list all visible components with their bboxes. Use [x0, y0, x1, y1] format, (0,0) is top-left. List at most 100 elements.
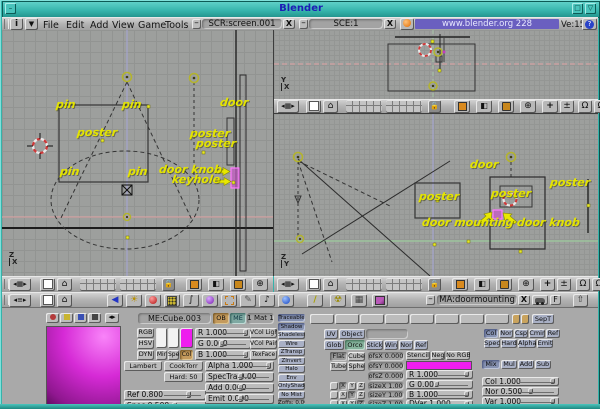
draw-type-icon[interactable]: ◧	[476, 100, 492, 113]
rotate-view2-icon[interactable]: Ω	[592, 278, 600, 291]
chevron-down-icon[interactable]: ▼	[25, 18, 38, 30]
mir-channel-button[interactable]: Mir	[156, 350, 167, 360]
norgb-button[interactable]: No RGB	[446, 351, 470, 360]
b-slider[interactable]: B 1.000	[195, 350, 251, 360]
hsv-mode-button[interactable]: HSV	[137, 339, 154, 349]
uv-button[interactable]: UV	[324, 329, 338, 339]
pivot-icon[interactable]	[496, 278, 512, 291]
col-factor-slider[interactable]: Col 1.000	[482, 377, 559, 386]
axis-x-button[interactable]: X	[339, 391, 347, 399]
fullscreen-button[interactable]	[306, 278, 321, 291]
cube-button[interactable]: Cube	[348, 352, 365, 361]
home-icon[interactable]: ⌂	[323, 278, 338, 291]
stick-button[interactable]: Stick	[366, 340, 383, 350]
lock-icon[interactable]: 🔓	[428, 278, 441, 291]
sept-button[interactable]: SepT	[532, 314, 554, 324]
flag-nomist[interactable]: No Mist	[278, 391, 305, 399]
axis-y-button[interactable]: Y	[348, 391, 356, 399]
texture-color-swatch[interactable]	[406, 361, 472, 370]
globe-icon[interactable]: ⊕	[252, 278, 268, 291]
axis-y-button[interactable]: Y	[348, 382, 356, 390]
object-name-field[interactable]	[366, 329, 408, 339]
map-alpha-button[interactable]: Alpha	[518, 339, 536, 348]
flag-wire[interactable]: Wire	[278, 340, 305, 348]
home-icon[interactable]: ⌂	[57, 278, 72, 291]
help-icon[interactable]: ?	[582, 18, 597, 30]
axis-blank-button[interactable]	[330, 391, 338, 399]
screen-field[interactable]: SCR:screen.001	[202, 19, 282, 29]
plus-minus-icon[interactable]: ±	[557, 278, 571, 291]
map-spec-button[interactable]: Spec	[484, 339, 500, 348]
diffuse-color-swatch[interactable]	[180, 328, 193, 348]
ref-button[interactable]: Ref	[414, 340, 428, 350]
scene-field[interactable]: SCE:1	[309, 19, 383, 29]
window-type-icon[interactable]: ◂▦▸	[277, 100, 299, 113]
material-buttons-icon[interactable]	[145, 294, 161, 307]
lamp-buttons-icon[interactable]: ☀	[126, 294, 142, 307]
anim-buttons-icon[interactable]: ∫	[183, 294, 199, 307]
shade-button[interactable]: ▽	[585, 3, 596, 14]
fullscreen-button[interactable]	[306, 100, 321, 113]
vcol-paint-button[interactable]: VCol Paint	[250, 339, 277, 349]
flag-env[interactable]: Env	[278, 374, 305, 382]
map-ref-button[interactable]: Ref	[546, 329, 560, 338]
flag-shadow[interactable]: Shadow	[278, 323, 305, 331]
sizey-field[interactable]: sizeY 1.00	[368, 391, 404, 399]
tex-g-slider[interactable]: G 0.000	[406, 380, 473, 389]
texture-down-icon[interactable]	[521, 314, 529, 324]
blend-sub-button[interactable]: Sub	[535, 360, 551, 369]
nor-factor-slider[interactable]: Nor 0.500	[482, 387, 559, 396]
globe-icon[interactable]: ⊕	[518, 278, 534, 291]
window-type-icon[interactable]: ◂▦▸	[9, 278, 31, 291]
home-icon[interactable]: ⌂	[323, 100, 338, 113]
flag-traceable[interactable]: Traceable	[278, 314, 305, 322]
map-cmir-button[interactable]: Cmir	[529, 329, 545, 338]
texture-slot[interactable]	[410, 314, 434, 324]
scene-browse-button[interactable]: –	[299, 19, 308, 29]
spectra-slider[interactable]: SpecTra 0.00	[205, 372, 274, 382]
tex-b-slider[interactable]: B 1.000	[406, 390, 473, 399]
r-slider[interactable]: R 1.000	[195, 328, 251, 338]
website-version[interactable]: www.blender.org 228	[415, 19, 559, 29]
sphe-button[interactable]: Sphe	[348, 362, 365, 371]
script-grid-icon[interactable]: ▦	[351, 294, 367, 307]
layer-buttons[interactable]	[346, 100, 382, 113]
map-emit-button[interactable]: Emit	[537, 339, 553, 348]
translate-widget-icon[interactable]: +	[540, 278, 555, 291]
window-type-icon[interactable]: ◂▦▸	[277, 278, 299, 291]
me-button[interactable]: ME	[230, 313, 246, 324]
plus-minus-icon[interactable]: ±	[560, 100, 574, 113]
ob-button[interactable]: OB	[213, 313, 229, 324]
fake-user-button[interactable]: F	[550, 295, 561, 305]
layer-buttons[interactable]	[346, 278, 382, 291]
home-icon[interactable]: ⌂	[57, 294, 72, 307]
rgb-mode-button[interactable]: RGB	[137, 328, 154, 338]
maximize-button[interactable]: □	[572, 3, 583, 14]
tex-r-slider[interactable]: R 1.000	[406, 370, 473, 379]
texture-buttons-icon[interactable]	[164, 294, 180, 307]
layer-buttons[interactable]	[386, 100, 422, 113]
preview-sphere-button[interactable]	[60, 313, 73, 323]
autocar-button[interactable]	[532, 295, 548, 305]
rotate-view-icon[interactable]: Ω	[576, 278, 590, 291]
blend-mix-button[interactable]: Mix	[482, 360, 500, 369]
world-buttons-icon[interactable]	[202, 294, 218, 307]
preview-cube-button[interactable]	[74, 313, 87, 323]
map-csp-button[interactable]: Csp	[514, 329, 528, 338]
map-hard-button[interactable]: Hard	[501, 339, 517, 348]
texture-slot[interactable]	[435, 314, 459, 324]
constraint-buttons-icon[interactable]: ✎	[240, 294, 256, 307]
viewport-top[interactable]: YX	[274, 30, 598, 99]
neg-button[interactable]: Neg	[431, 351, 445, 360]
mesh-name-field[interactable]: ME:Cube.003	[138, 313, 211, 324]
emit-slider[interactable]: Emit 0.000	[205, 394, 274, 404]
texture-slot[interactable]	[485, 314, 509, 324]
stencil-button[interactable]: Stencil	[406, 351, 430, 360]
axis-blank-button[interactable]	[330, 382, 338, 390]
tube-button[interactable]: Tube	[330, 362, 347, 371]
glob-button[interactable]: Glob	[324, 340, 344, 350]
draw-type-icon[interactable]: ◧	[208, 278, 224, 291]
g-slider[interactable]: G 0.000	[195, 339, 251, 349]
sizex-field[interactable]: sizeX 1.00	[368, 382, 404, 390]
draw-mode-icon[interactable]	[454, 100, 470, 113]
